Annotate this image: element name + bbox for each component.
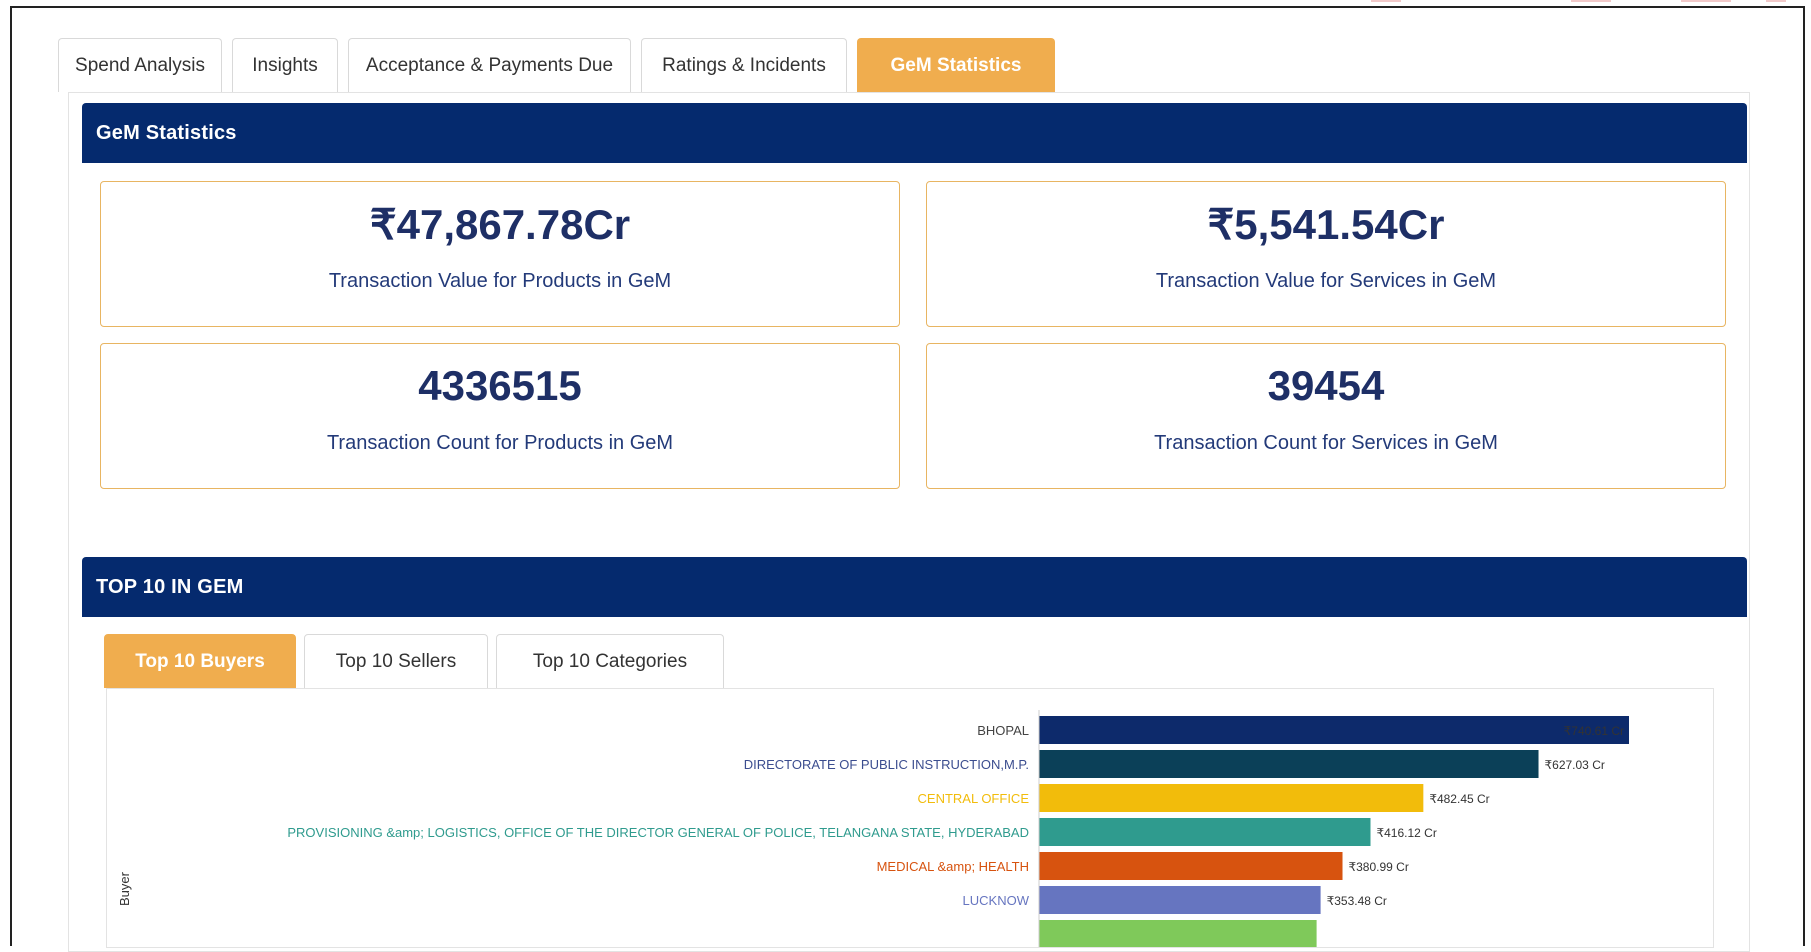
products-value: ₹47,867.78Cr [369, 201, 631, 248]
category-label: LUCKNOW [963, 893, 1030, 908]
services-value-card: ₹5,541.54Cr Transaction Value for Servic… [926, 181, 1726, 327]
gem-statistics-header: GeM Statistics [82, 103, 1747, 163]
services-count: 39454 [1267, 362, 1385, 409]
top10-header: TOP 10 IN GEM [82, 557, 1747, 617]
bar[interactable] [1039, 818, 1371, 846]
category-label: PROVISIONING &amp; LOGISTICS, OFFICE OF … [287, 825, 1029, 840]
top10-subtabs: Top 10 Buyers Top 10 Sellers Top 10 Cate… [104, 634, 732, 688]
value-label: ₹416.12 Cr [1376, 826, 1436, 840]
top10-buyers-chart: Buyer BHOPAL ₹740.61 Cr DIRECTORATE OF PUBL… [106, 688, 1714, 948]
subtab-top10-buyers[interactable]: Top 10 Buyers [104, 634, 296, 688]
value-label: ₹482.45 Cr [1429, 792, 1489, 806]
services-count-card: 39454 Transaction Count for Services in … [926, 343, 1726, 489]
value-label: ₹353.48 Cr [1327, 894, 1387, 908]
y-axis-title: Buyer [117, 871, 132, 906]
products-count: 4336515 [418, 362, 582, 409]
subtab-top10-sellers[interactable]: Top 10 Sellers [304, 634, 488, 688]
bar[interactable] [1039, 886, 1321, 914]
bar[interactable] [1039, 920, 1317, 947]
bar[interactable] [1039, 784, 1424, 812]
value-label: ₹627.03 Cr [1545, 758, 1605, 772]
tab-gem-statistics[interactable]: GeM Statistics [857, 38, 1055, 92]
value-label: ₹740.61 Cr [1564, 724, 1624, 738]
bar[interactable] [1039, 750, 1539, 778]
category-label: MEDICAL &amp; HEALTH [877, 859, 1029, 874]
services-count-label: Transaction Count for Services in GeM [1154, 432, 1498, 454]
tab-ratings-incidents[interactable]: Ratings & Incidents [641, 38, 847, 92]
tab-insights[interactable]: Insights [232, 38, 338, 92]
products-value-label: Transaction Value for Products in GeM [328, 270, 672, 292]
services-value: ₹5,541.54Cr [1207, 201, 1445, 248]
value-label: ₹380.99 Cr [1349, 860, 1409, 874]
subtab-top10-categories[interactable]: Top 10 Categories [496, 634, 724, 688]
services-value-label: Transaction Value for Services in GeM [1155, 270, 1497, 292]
category-label: CENTRAL OFFICE [918, 791, 1030, 806]
category-label: DIRECTORATE OF PUBLIC INSTRUCTION,M.P. [744, 757, 1029, 772]
category-label: BHOPAL [977, 723, 1029, 738]
products-count-card: 4336515 Transaction Count for Products i… [100, 343, 900, 489]
bar[interactable] [1039, 716, 1629, 744]
tab-spend-analysis[interactable]: Spend Analysis [58, 38, 222, 92]
bar-chart: Buyer BHOPAL ₹740.61 Cr DIRECTORATE OF PUBL… [117, 710, 1629, 947]
tab-acceptance-payments-due[interactable]: Acceptance & Payments Due [348, 38, 631, 92]
products-count-label: Transaction Count for Products in GeM [326, 432, 674, 454]
main-tabs: Spend Analysis Insights Acceptance & Pay… [58, 38, 1065, 92]
bar[interactable] [1039, 852, 1343, 880]
products-value-card: ₹47,867.78Cr Transaction Value for Produ… [100, 181, 900, 327]
top-right-decoration [1371, 0, 1791, 8]
